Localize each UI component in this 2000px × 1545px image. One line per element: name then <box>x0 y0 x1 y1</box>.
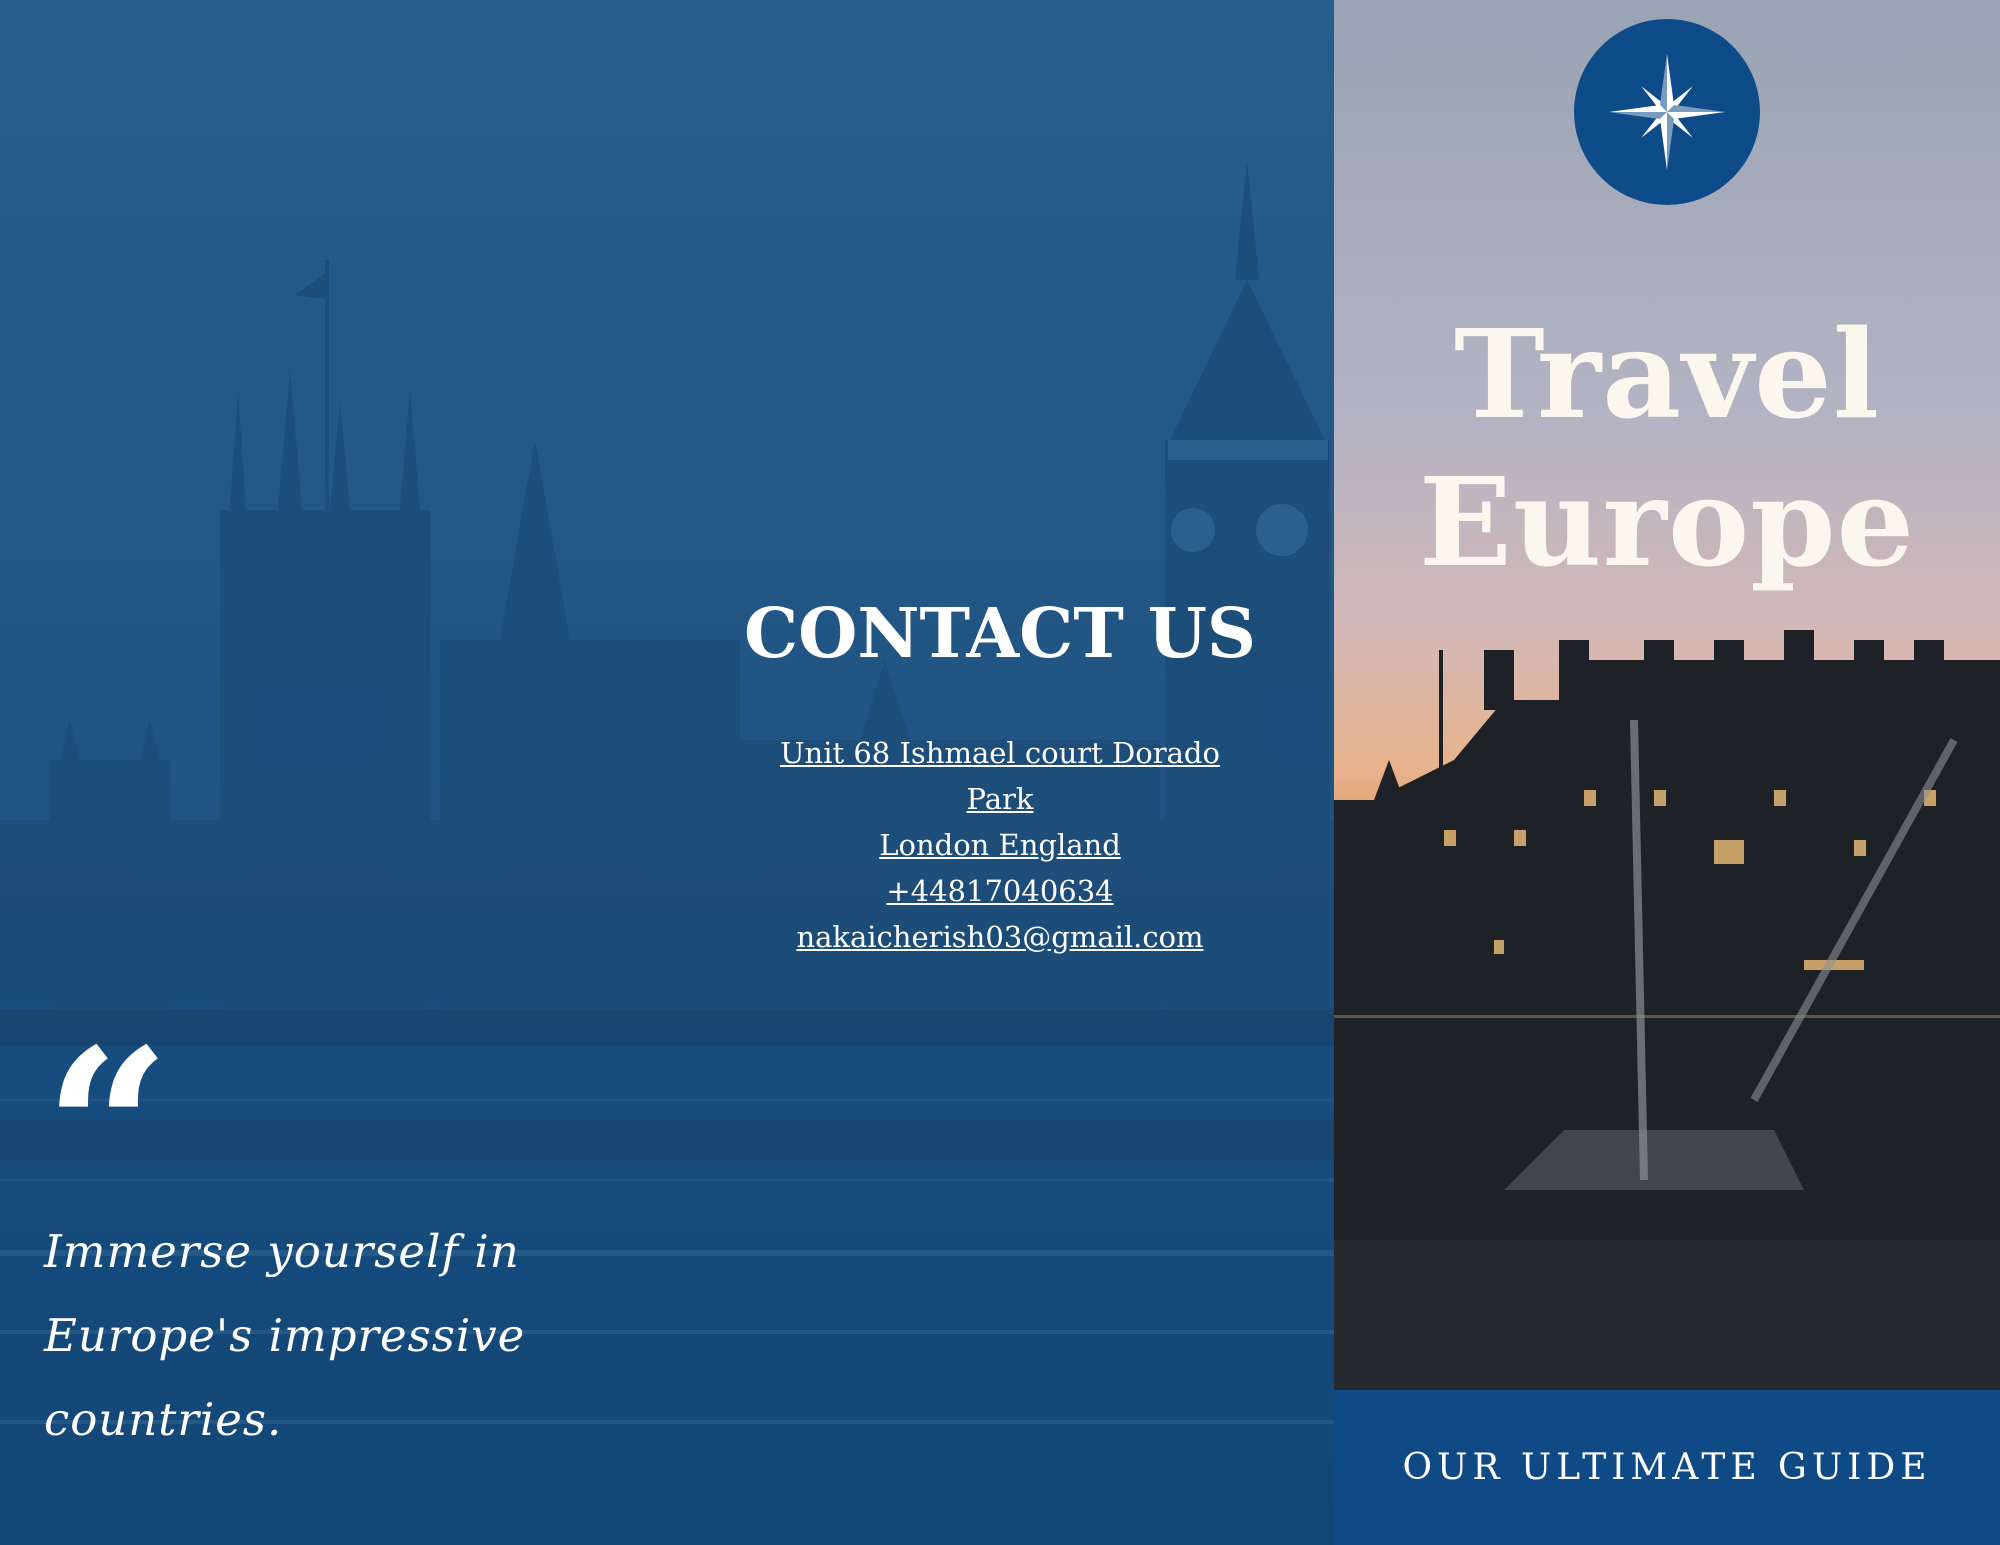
quote-text: Immerse yourself in Europe's impressive … <box>44 1225 526 1446</box>
brochure-title: Travel Europe <box>1334 300 2000 596</box>
back-panel: CONTACT US Unit 68 Ishmael court Dorado … <box>0 0 1334 1545</box>
guide-banner: OUR ULTIMATE GUIDE <box>1334 1390 2000 1545</box>
compass-star-icon <box>1609 54 1725 170</box>
cover-photo-buildings <box>1334 630 2000 1390</box>
address-line-3-link[interactable]: London England <box>740 822 1260 868</box>
phone-link[interactable]: +44817040634 <box>740 868 1260 914</box>
contact-details: Unit 68 Ishmael court Dorado Park London… <box>740 730 1260 960</box>
cover-panel <box>1334 0 2000 1545</box>
email-link[interactable]: nakaicherish03@gmail.com <box>740 914 1260 960</box>
guide-label: OUR ULTIMATE GUIDE <box>1402 1447 1932 1488</box>
title-line-2: Europe <box>1418 450 1916 594</box>
quote-mark-icon: “ <box>44 1030 171 1160</box>
address-line-2-link[interactable]: Park <box>740 776 1260 822</box>
address-line-1-link[interactable]: Unit 68 Ishmael court Dorado <box>740 730 1260 776</box>
contact-heading: CONTACT US <box>744 594 1256 674</box>
logo-badge <box>1574 19 1760 205</box>
title-line-1: Travel <box>1453 302 1881 446</box>
